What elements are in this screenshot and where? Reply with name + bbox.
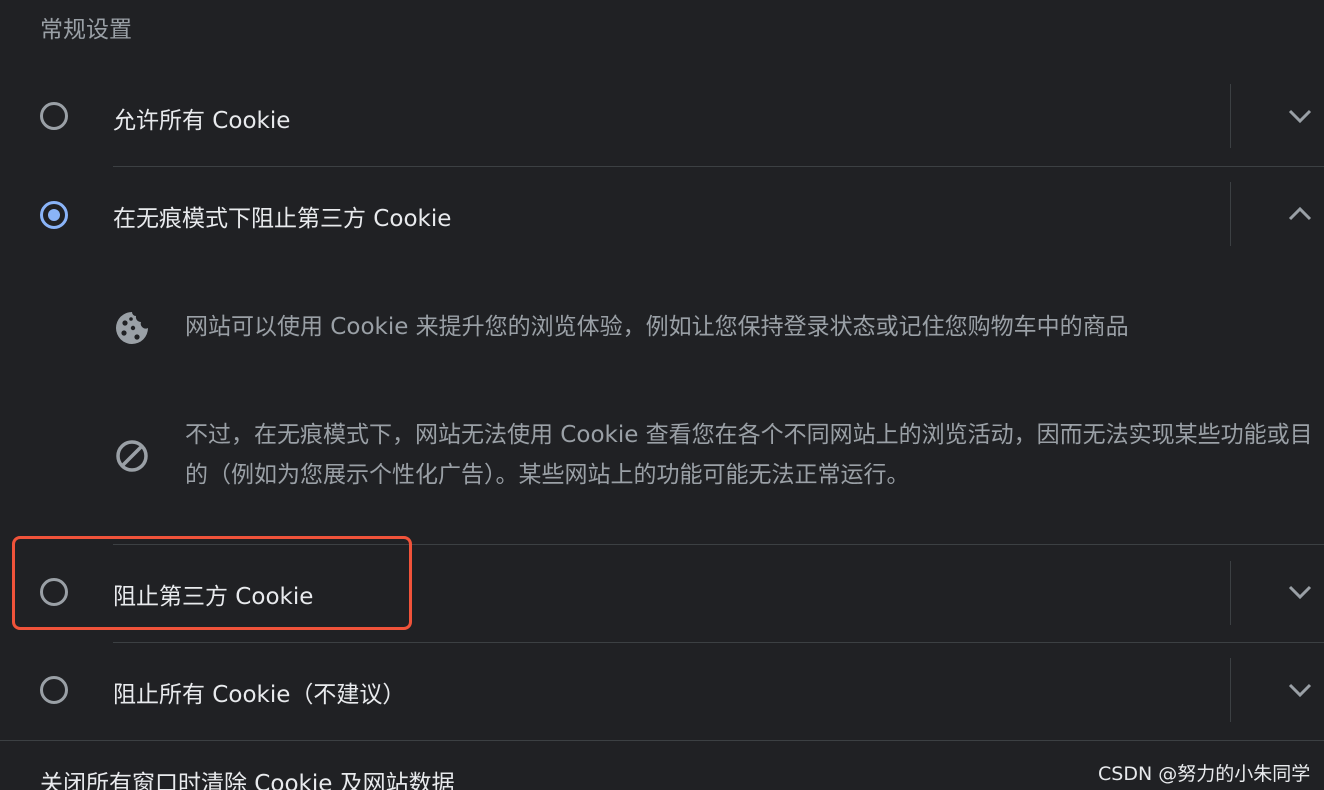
- watermark: CSDN @努力的小朱同学: [1098, 763, 1311, 785]
- chevron-up-icon: [1288, 206, 1312, 221]
- chevron-down-icon: [1288, 109, 1312, 124]
- expand-button[interactable]: [1272, 572, 1324, 612]
- cookie-settings-page: 常规设置 允许所有 Cookie 在无痕模式下阻止第三方 Cookie 网站可以…: [0, 0, 1324, 790]
- vertical-divider: [1230, 561, 1231, 625]
- option-label: 允许所有 Cookie: [113, 108, 291, 134]
- option-label: 在无痕模式下阻止第三方 Cookie: [113, 206, 452, 232]
- option-allow-all-cookies[interactable]: 允许所有 Cookie: [0, 68, 1324, 166]
- clear-on-exit-setting-title[interactable]: 关闭所有窗口时清除 Cookie 及网站数据: [40, 764, 455, 790]
- block-icon: [114, 438, 150, 478]
- expand-button[interactable]: [1272, 96, 1324, 136]
- section-title: 常规设置: [40, 17, 132, 43]
- option-block-third-party-incognito[interactable]: 在无痕模式下阻止第三方 Cookie: [0, 166, 1324, 264]
- highlight-box: [12, 536, 412, 630]
- option-block-all-cookies[interactable]: 阻止所有 Cookie（不建议）: [0, 642, 1324, 740]
- option-label: 阻止所有 Cookie（不建议）: [113, 682, 406, 708]
- cookie-icon: [114, 310, 150, 350]
- collapse-button[interactable]: [1272, 194, 1324, 234]
- radio-block-third-party-incognito[interactable]: [40, 201, 68, 229]
- radio-allow-all[interactable]: [40, 102, 68, 130]
- detail-text-incognito-limits: 不过，在无痕模式下，网站无法使用 Cookie 查看您在各个不同网站上的浏览活动…: [185, 422, 1313, 488]
- expand-button[interactable]: [1272, 670, 1324, 710]
- vertical-divider: [1230, 658, 1231, 722]
- vertical-divider: [1230, 84, 1231, 148]
- chevron-down-icon: [1288, 683, 1312, 698]
- section-divider: [0, 740, 1324, 741]
- radio-block-all[interactable]: [40, 676, 68, 704]
- detail-text-cookie-usage: 网站可以使用 Cookie 来提升您的浏览体验，例如让您保持登录状态或记住您购物…: [185, 314, 1129, 340]
- chevron-down-icon: [1288, 585, 1312, 600]
- vertical-divider: [1230, 182, 1231, 246]
